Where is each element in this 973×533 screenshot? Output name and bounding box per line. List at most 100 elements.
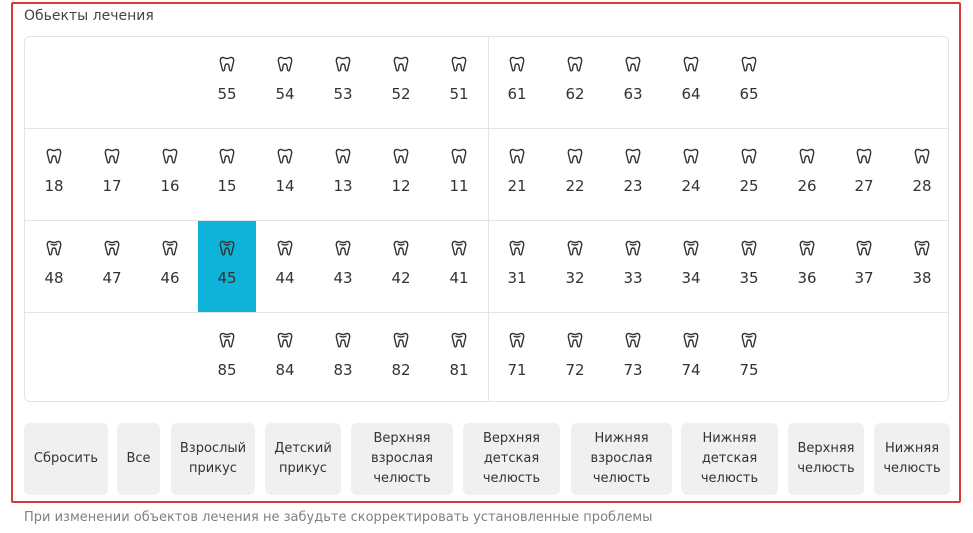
tooth-23[interactable]: 23 xyxy=(604,129,662,220)
tooth-13[interactable]: 13 xyxy=(314,129,372,220)
upper-tooth-icon xyxy=(217,54,237,74)
tooth-27[interactable]: 27 xyxy=(835,129,893,220)
tooth-48[interactable]: 48 xyxy=(25,221,83,312)
tooth-62[interactable]: 62 xyxy=(546,37,604,128)
upper-jaw-button[interactable]: Верхняя челюсть xyxy=(788,423,864,495)
tooth-number: 84 xyxy=(275,361,295,379)
tooth-number: 61 xyxy=(507,85,527,103)
tooth-33[interactable]: 33 xyxy=(604,221,662,312)
tooth-32[interactable]: 32 xyxy=(546,221,604,312)
tooth-47[interactable]: 47 xyxy=(83,221,141,312)
upper-tooth-icon xyxy=(681,54,701,74)
tooth-65[interactable]: 65 xyxy=(720,37,778,128)
tooth-35[interactable]: 35 xyxy=(720,221,778,312)
lower-adult-button[interactable]: Нижняя взрослая челюсть xyxy=(571,423,672,495)
all-button[interactable]: Все xyxy=(117,423,160,495)
tooth-number: 35 xyxy=(739,269,759,287)
tooth-85[interactable]: 85 xyxy=(198,313,256,401)
tooth-22[interactable]: 22 xyxy=(546,129,604,220)
lower-tooth-icon xyxy=(449,238,469,258)
tooth-61[interactable]: 61 xyxy=(488,37,546,128)
tooth-number: 83 xyxy=(333,361,353,379)
upper-tooth-icon xyxy=(681,146,701,166)
upper-tooth-icon xyxy=(217,146,237,166)
tooth-41[interactable]: 41 xyxy=(430,221,488,312)
tooth-75[interactable]: 75 xyxy=(720,313,778,401)
tooth-74[interactable]: 74 xyxy=(662,313,720,401)
tooth-number: 71 xyxy=(507,361,527,379)
tooth-83[interactable]: 83 xyxy=(314,313,372,401)
tooth-number: 28 xyxy=(912,177,932,195)
upper-tooth-icon xyxy=(160,146,180,166)
reset-button[interactable]: Сбросить xyxy=(24,423,108,495)
tooth-71[interactable]: 71 xyxy=(488,313,546,401)
lower-tooth-icon xyxy=(217,238,237,258)
tooth-31[interactable]: 31 xyxy=(488,221,546,312)
tooth-81[interactable]: 81 xyxy=(430,313,488,401)
upper-adult-button[interactable]: Верхняя взрослая челюсть xyxy=(351,423,453,495)
tooth-55[interactable]: 55 xyxy=(198,37,256,128)
tooth-82[interactable]: 82 xyxy=(372,313,430,401)
tooth-45[interactable]: 45 xyxy=(198,221,256,312)
tooth-72[interactable]: 72 xyxy=(546,313,604,401)
tooth-number: 33 xyxy=(623,269,643,287)
tooth-84[interactable]: 84 xyxy=(256,313,314,401)
lower-child-button[interactable]: Нижняя детская челюсть xyxy=(681,423,778,495)
lower-tooth-icon xyxy=(739,330,759,350)
tooth-number: 46 xyxy=(160,269,180,287)
tooth-64[interactable]: 64 xyxy=(662,37,720,128)
tooth-51[interactable]: 51 xyxy=(430,37,488,128)
tooth-number: 45 xyxy=(217,269,237,287)
tooth-chart: 55 54 53 52 51 61 62 63 64 65 18 17 16 15 14 13 12 11 21 22… xyxy=(24,36,949,402)
tooth-12[interactable]: 12 xyxy=(372,129,430,220)
lower-tooth-icon xyxy=(333,238,353,258)
lower-tooth-icon xyxy=(681,330,701,350)
tooth-number: 12 xyxy=(391,177,411,195)
hint-text: При изменении объектов лечения не забудь… xyxy=(24,510,653,525)
tooth-number: 37 xyxy=(854,269,874,287)
tooth-73[interactable]: 73 xyxy=(604,313,662,401)
tooth-25[interactable]: 25 xyxy=(720,129,778,220)
tooth-54[interactable]: 54 xyxy=(256,37,314,128)
tooth-26[interactable]: 26 xyxy=(778,129,836,220)
tooth-52[interactable]: 52 xyxy=(372,37,430,128)
tooth-21[interactable]: 21 xyxy=(488,129,546,220)
upper-tooth-icon xyxy=(565,54,585,74)
tooth-number: 21 xyxy=(507,177,527,195)
tooth-17[interactable]: 17 xyxy=(83,129,141,220)
tooth-number: 32 xyxy=(565,269,585,287)
upper-tooth-icon xyxy=(102,146,122,166)
tooth-14[interactable]: 14 xyxy=(256,129,314,220)
tooth-number: 65 xyxy=(739,85,759,103)
tooth-24[interactable]: 24 xyxy=(662,129,720,220)
lower-jaw-button[interactable]: Нижняя челюсть xyxy=(874,423,950,495)
tooth-63[interactable]: 63 xyxy=(604,37,662,128)
lower-tooth-icon xyxy=(565,238,585,258)
upper-child-button[interactable]: Верхняя детская челюсть xyxy=(463,423,560,495)
child-button[interactable]: Детский прикус xyxy=(265,423,341,495)
tooth-53[interactable]: 53 xyxy=(314,37,372,128)
tooth-36[interactable]: 36 xyxy=(778,221,836,312)
tooth-number: 27 xyxy=(854,177,874,195)
upper-tooth-icon xyxy=(912,146,932,166)
tooth-15[interactable]: 15 xyxy=(198,129,256,220)
tooth-28[interactable]: 28 xyxy=(893,129,948,220)
tooth-43[interactable]: 43 xyxy=(314,221,372,312)
tooth-11[interactable]: 11 xyxy=(430,129,488,220)
lower-tooth-icon xyxy=(391,330,411,350)
tooth-42[interactable]: 42 xyxy=(372,221,430,312)
tooth-37[interactable]: 37 xyxy=(835,221,893,312)
tooth-number: 34 xyxy=(681,269,701,287)
tooth-16[interactable]: 16 xyxy=(141,129,199,220)
tooth-number: 15 xyxy=(217,177,237,195)
tooth-number: 18 xyxy=(44,177,64,195)
tooth-number: 47 xyxy=(102,269,122,287)
lower-tooth-icon xyxy=(681,238,701,258)
lower-tooth-icon xyxy=(623,330,643,350)
adult-button[interactable]: Взрослый прикус xyxy=(171,423,255,495)
tooth-38[interactable]: 38 xyxy=(893,221,948,312)
tooth-44[interactable]: 44 xyxy=(256,221,314,312)
tooth-18[interactable]: 18 xyxy=(25,129,83,220)
tooth-46[interactable]: 46 xyxy=(141,221,199,312)
tooth-34[interactable]: 34 xyxy=(662,221,720,312)
